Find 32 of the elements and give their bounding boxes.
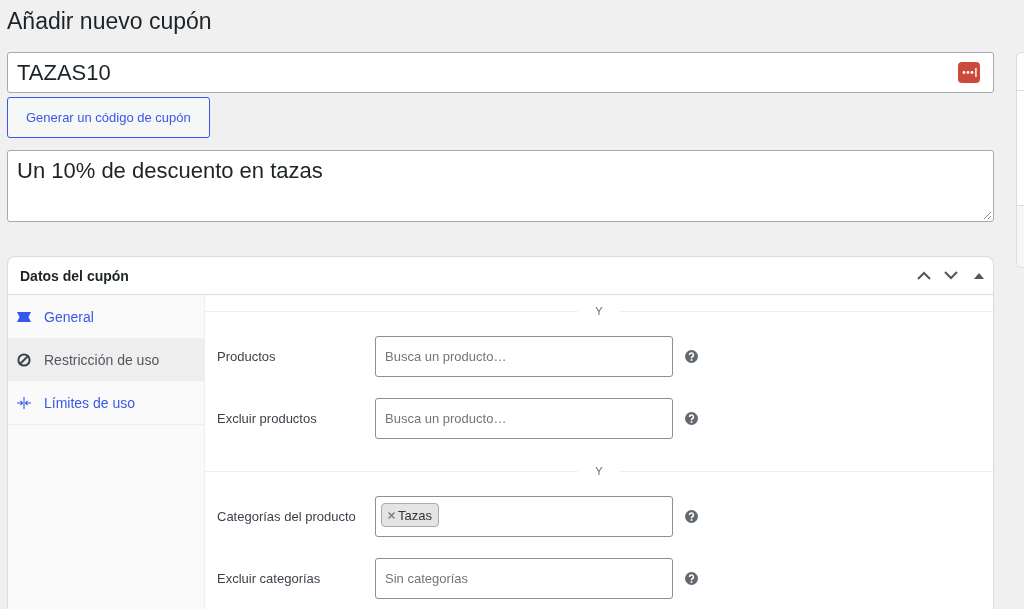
- field-label: Categorías del producto: [217, 509, 357, 524]
- coupon-code-input[interactable]: TAZAS10: [7, 52, 994, 93]
- sidebar-tab[interactable]: Restricción de uso: [8, 338, 204, 381]
- remove-icon[interactable]: [388, 511, 395, 519]
- search-input[interactable]: Busca un producto…: [375, 336, 673, 377]
- description-textarea[interactable]: Un 10% de descuento en tazas: [7, 150, 994, 222]
- field-label: Excluir productos: [217, 411, 318, 426]
- inward-arrows-icon: [17, 396, 31, 409]
- password-manager-icon[interactable]: [958, 62, 980, 83]
- separator-label: Y: [594, 465, 604, 477]
- separator-label: Y: [594, 305, 604, 317]
- prohibited-icon: [17, 352, 31, 367]
- tag-chip[interactable]: Tazas: [381, 503, 439, 527]
- page-title: Añadir nuevo cupón: [7, 7, 212, 35]
- resize-handle-icon[interactable]: [983, 211, 991, 219]
- field-label: Productos: [217, 349, 277, 364]
- help-icon[interactable]: [685, 572, 698, 585]
- category-select-field[interactable]: Tazas: [375, 496, 673, 537]
- chevron-up-icon[interactable]: [917, 271, 931, 280]
- help-icon[interactable]: [685, 510, 698, 523]
- chevron-down-icon[interactable]: [944, 271, 958, 280]
- help-icon[interactable]: [685, 412, 698, 425]
- triangle-up-icon[interactable]: [974, 272, 984, 279]
- help-icon[interactable]: [685, 350, 698, 363]
- panel-title: Datos del cupón: [20, 267, 129, 284]
- search-input[interactable]: Sin categorías: [375, 558, 673, 599]
- ticket-icon: [17, 311, 31, 322]
- search-input[interactable]: Busca un producto…: [375, 398, 673, 439]
- sidebar-tab[interactable]: General: [8, 295, 204, 338]
- generate-code-button[interactable]: Generar un código de cupón: [7, 97, 210, 138]
- sidebar-tab[interactable]: Límites de uso: [8, 381, 204, 424]
- field-label: Excluir categorías: [217, 571, 322, 586]
